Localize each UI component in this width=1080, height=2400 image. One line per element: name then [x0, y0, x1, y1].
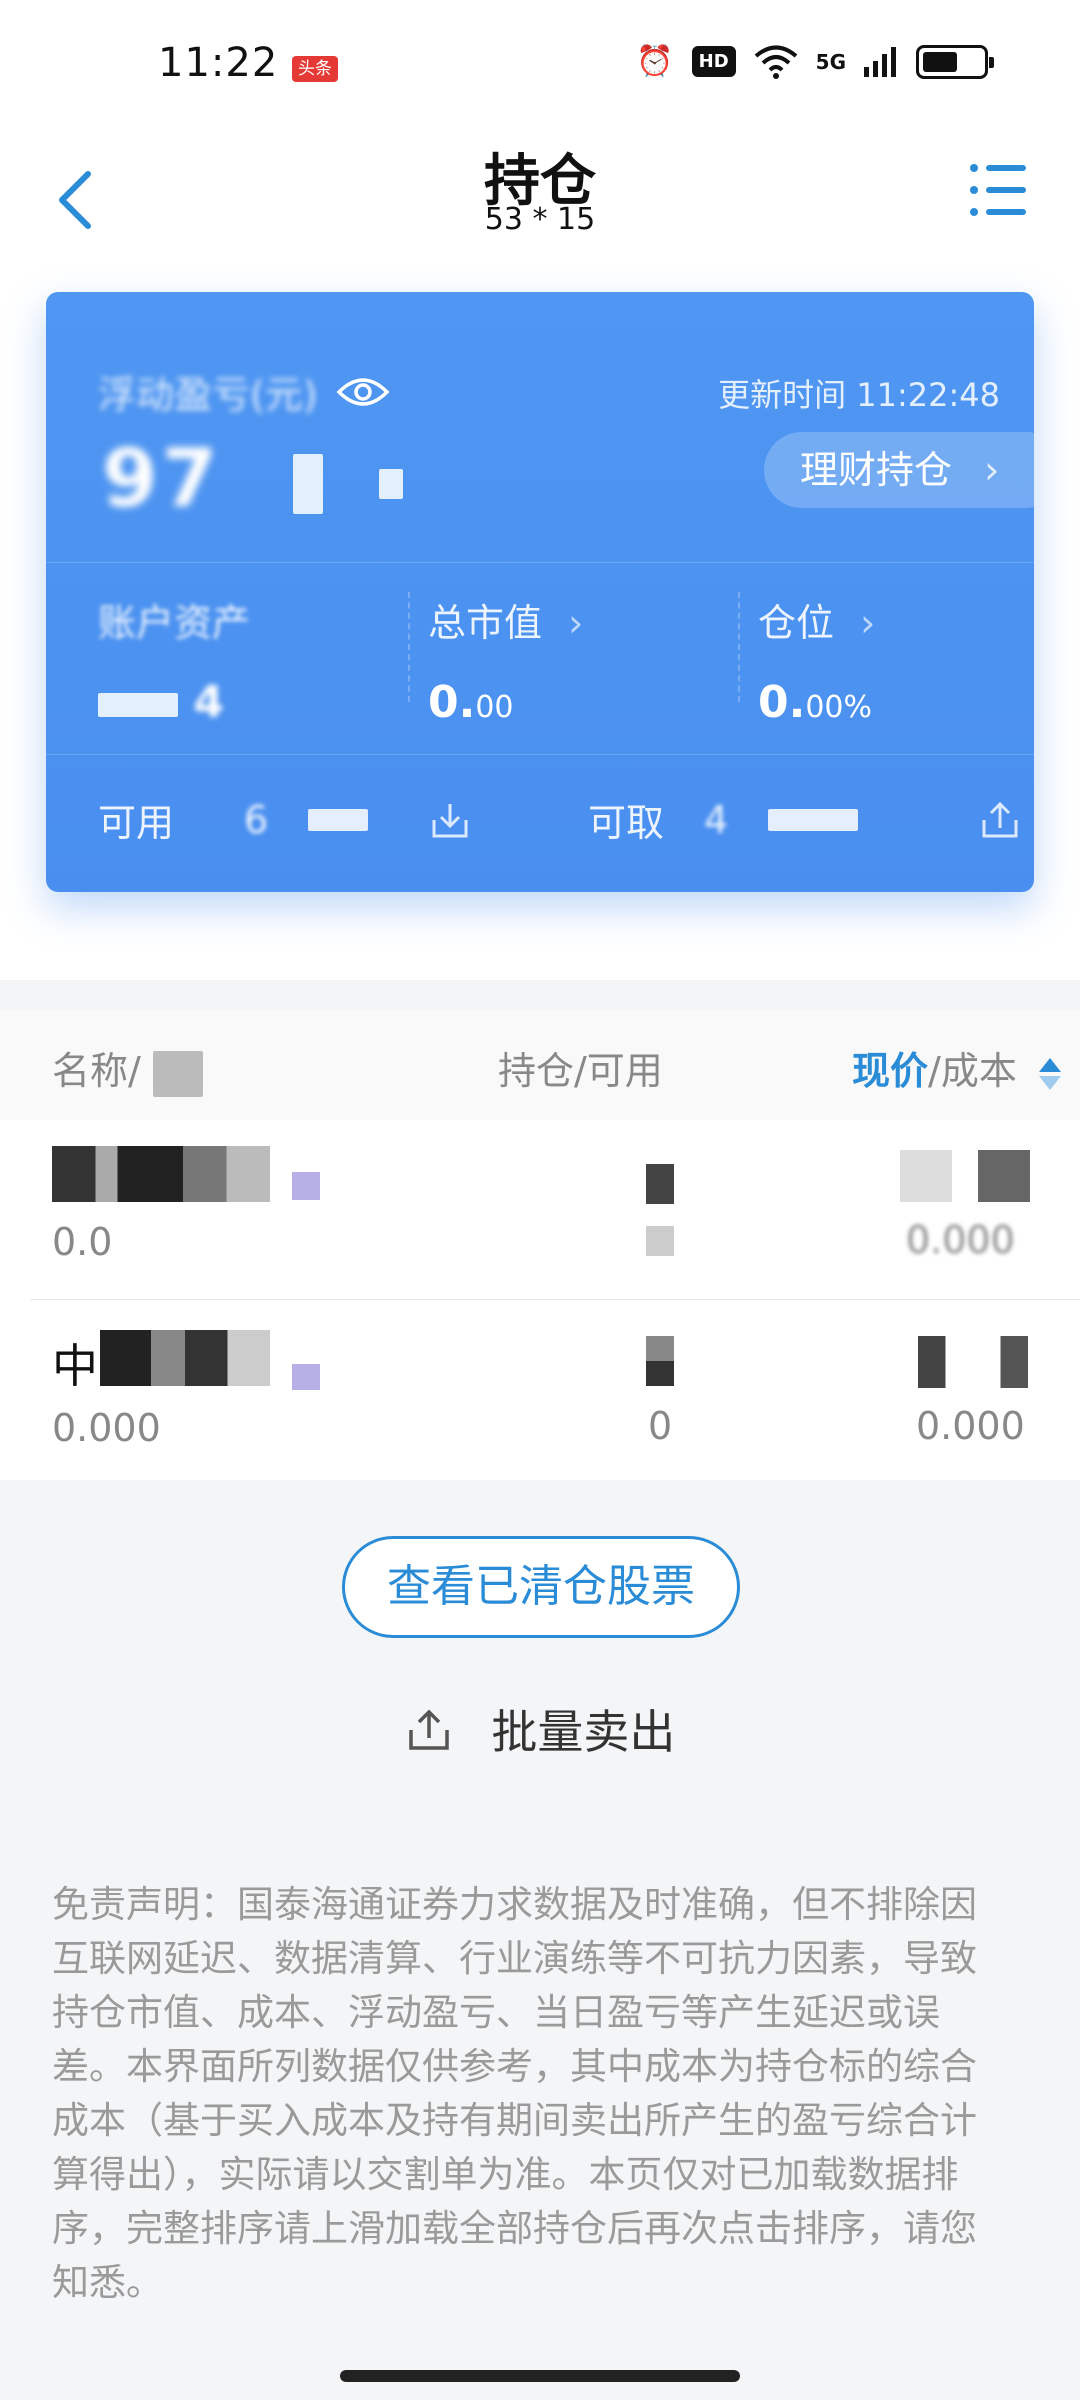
eye-icon[interactable] — [336, 374, 390, 410]
list-menu-icon[interactable] — [966, 158, 1030, 222]
mosaic-block — [52, 1146, 270, 1202]
account-asset-value-text: 4 — [193, 677, 224, 728]
position-ratio-value: 0.00% — [758, 677, 1034, 728]
floating-pl-value: 97 — [102, 432, 404, 525]
market-value-value: 0.00 — [428, 677, 748, 728]
available-funds-row: 可用 6 — [98, 792, 472, 847]
status-time: 11:22 — [158, 40, 279, 86]
withdrawable-label: 可取 — [588, 801, 665, 845]
mosaic-block — [152, 1050, 203, 1097]
position-ratio-dec: 00% — [805, 690, 873, 725]
footer-area: 查看已清仓股票 批量卖出 免责声明：国泰海通证券力求数据及时准确，但不排除因互联… — [0, 1480, 1080, 2400]
stock-tag-icon — [292, 1364, 320, 1390]
news-badge: 头条 — [292, 56, 338, 82]
holding-available-value: 0 — [648, 1404, 673, 1448]
sort-icon[interactable] — [1037, 1054, 1063, 1094]
chevron-right-icon: › — [860, 601, 876, 645]
position-ratio-metric[interactable]: 仓位 › 0.00% — [758, 592, 1034, 728]
holding-sub-value: 0.000 — [52, 1406, 161, 1450]
transfer-out-icon[interactable] — [978, 798, 1022, 842]
network-5g-icon: 5G — [815, 49, 846, 74]
position-ratio-int: 0. — [758, 677, 806, 728]
stock-tag-icon — [292, 1172, 320, 1200]
transfer-in-icon[interactable] — [428, 798, 472, 842]
battery-icon — [916, 44, 994, 79]
position-ratio-label-text: 仓位 — [758, 601, 835, 645]
price-column-header[interactable]: 现价/成本 — [852, 1040, 1063, 1095]
account-asset-label-text: 账户资产 — [98, 601, 251, 645]
mosaic-block — [293, 454, 324, 515]
name-column-label: 名称/ — [52, 1049, 141, 1093]
price-column-accent: 现价 — [852, 1049, 929, 1093]
mosaic-block — [918, 1336, 1028, 1388]
position-column-label: 持仓/可用 — [498, 1049, 663, 1093]
summary-section: 浮动盈亏(元) 更新时间 11:22:48 97 理财持仓 › 账户资产 4 总… — [0, 270, 1080, 980]
name-column-header[interactable]: 名称/ — [52, 1040, 203, 1097]
floating-pl-value-text: 97 — [102, 432, 222, 525]
holding-name: 中 — [52, 1339, 98, 1393]
hd-icon: HD — [691, 46, 736, 77]
holding-row[interactable]: 中 0.000 0 0.000 — [0, 1300, 1080, 1480]
batch-sell-button[interactable]: 批量卖出 — [0, 1696, 1080, 1762]
chevron-right-icon: › — [984, 448, 1000, 492]
mosaic-block — [308, 808, 369, 831]
alarm-icon: ⏰ — [636, 44, 674, 79]
mosaic-block — [98, 693, 178, 717]
disclaimer-text: 免责声明：国泰海通证券力求数据及时准确，但不排除因互联网延迟、数据清算、行业演练… — [52, 1883, 977, 2304]
mosaic-block — [646, 1226, 674, 1256]
mosaic-block — [768, 808, 859, 831]
market-value-label: 总市值 › — [428, 592, 748, 647]
withdrawable-value: 4 — [704, 797, 729, 842]
market-value-metric[interactable]: 总市值 › 0.00 — [428, 592, 748, 728]
available-value: 6 — [244, 797, 269, 842]
wealth-holdings-label: 理财持仓 — [800, 448, 953, 492]
metric-divider — [408, 592, 410, 702]
holding-row[interactable]: 0.0 0.000 — [0, 1120, 1080, 1300]
market-value-int: 0. — [428, 677, 476, 728]
mosaic-block — [100, 1330, 270, 1386]
home-indicator[interactable] — [340, 2370, 740, 2382]
batch-sell-label: 批量卖出 — [491, 1705, 676, 1759]
upload-icon — [408, 1709, 449, 1750]
position-column-header: 持仓/可用 — [498, 1040, 663, 1095]
available-label: 可用 — [98, 801, 175, 845]
chevron-right-icon: › — [568, 601, 584, 645]
card-divider — [46, 562, 1034, 563]
withdrawable-funds-row: 可取 4 — [588, 792, 1022, 847]
holding-sub-value: 0.0 — [52, 1220, 113, 1264]
signal-icon — [864, 46, 896, 77]
wifi-icon — [754, 45, 797, 79]
wealth-holdings-button[interactable]: 理财持仓 › — [764, 432, 1034, 508]
mosaic-block — [646, 1336, 674, 1386]
price-column-rest: /成本 — [928, 1049, 1017, 1093]
update-time: 更新时间 11:22:48 — [718, 376, 1000, 414]
page-subtitle: 53 * 15 — [484, 202, 596, 237]
mosaic-block — [900, 1150, 1030, 1202]
holding-cost-value: 0.000 — [916, 1404, 1025, 1448]
account-asset-value: 4 — [98, 677, 418, 728]
account-asset-metric: 账户资产 4 — [98, 592, 418, 728]
status-bar: 11:22 头条 ⏰ HD 5G — [0, 0, 1080, 130]
account-summary-card: 浮动盈亏(元) 更新时间 11:22:48 97 理财持仓 › 账户资产 4 总… — [46, 292, 1034, 892]
account-asset-label: 账户资产 — [98, 592, 418, 647]
status-icons: ⏰ HD 5G — [636, 44, 994, 79]
card-divider — [46, 754, 1034, 755]
floating-pl-label: 浮动盈亏(元) — [98, 364, 390, 419]
floating-pl-label-text: 浮动盈亏(元) — [98, 373, 318, 417]
mosaic-block — [379, 469, 404, 500]
holding-cost-value: 0.000 — [906, 1218, 1015, 1262]
market-value-dec: 00 — [475, 690, 514, 725]
mosaic-block — [646, 1164, 674, 1204]
market-value-label-text: 总市值 — [428, 601, 543, 645]
nav-bar: 持仓 53 * 15 — [0, 130, 1080, 270]
metric-divider — [738, 592, 740, 702]
position-ratio-label: 仓位 › — [758, 592, 1034, 647]
holdings-list-header: 名称/ 持仓/可用 现价/成本 — [0, 1010, 1080, 1120]
view-cleared-stocks-button[interactable]: 查看已清仓股票 — [342, 1536, 740, 1638]
